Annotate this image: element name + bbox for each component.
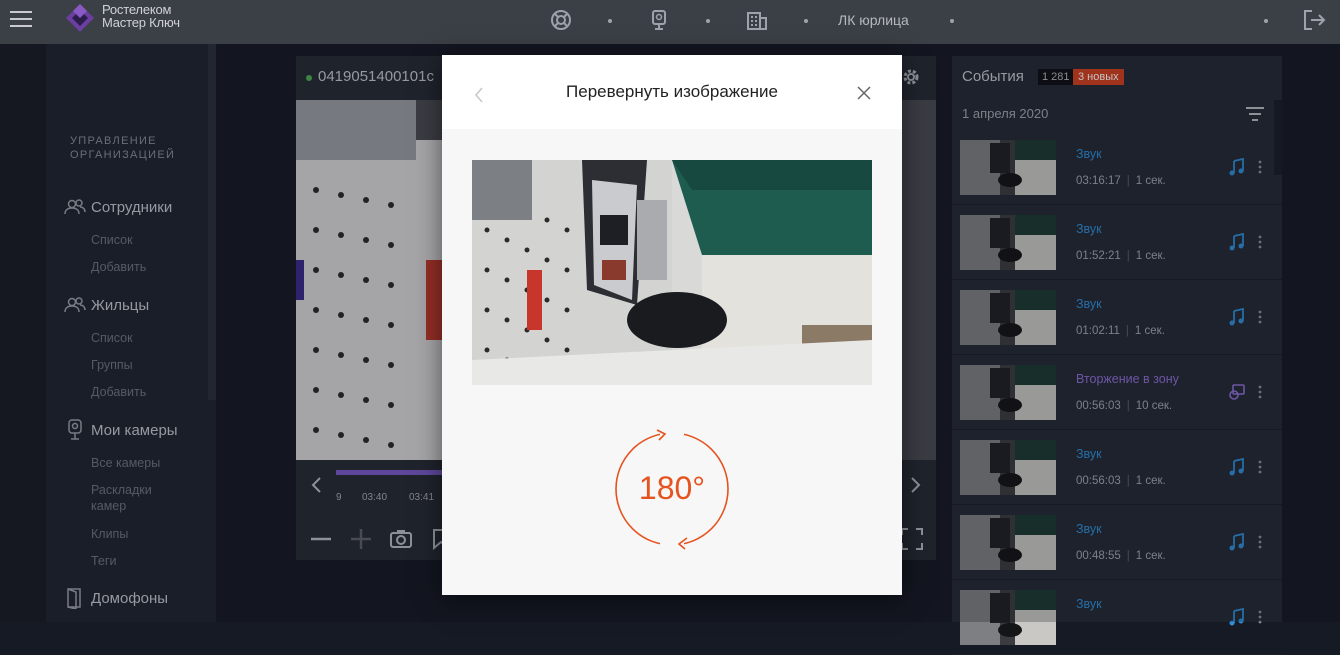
separator-dot xyxy=(804,19,808,23)
logo-icon xyxy=(66,4,94,32)
separator-dot xyxy=(706,19,710,23)
separator-dot xyxy=(1264,19,1268,23)
hamburger-menu-icon[interactable] xyxy=(10,11,32,29)
camera-preview-image xyxy=(472,160,872,385)
dialog-title: Перевернуть изображение xyxy=(566,82,778,101)
brand-name: Ростелеком Мастер Ключ xyxy=(102,2,180,30)
close-icon[interactable] xyxy=(856,85,872,101)
separator-dot xyxy=(950,19,954,23)
building-icon[interactable] xyxy=(746,9,768,31)
support-icon[interactable] xyxy=(550,9,572,31)
camera-icon[interactable] xyxy=(648,9,670,31)
dialog-header: Перевернуть изображение xyxy=(442,55,902,129)
top-bar: Ростелеком Мастер Ключ ЛК юрлица xyxy=(0,0,1340,44)
separator-dot xyxy=(608,19,612,23)
logout-icon[interactable] xyxy=(1302,8,1326,32)
rotation-value: 180° xyxy=(638,470,706,506)
rotate-image-dialog: Перевернуть изображение 180° xyxy=(442,55,902,595)
org-selector[interactable]: ЛК юрлица xyxy=(838,12,909,28)
